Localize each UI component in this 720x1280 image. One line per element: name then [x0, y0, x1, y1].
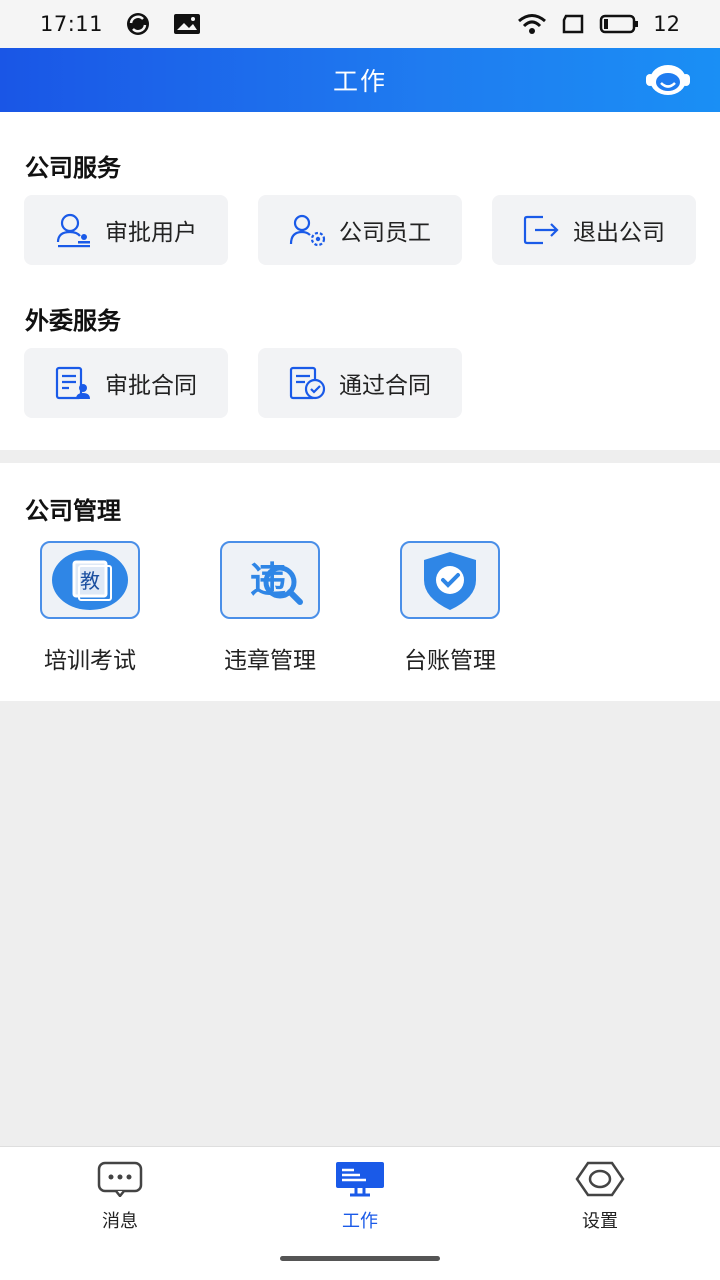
ledger-management-tile[interactable]: 台账管理: [380, 541, 520, 675]
exit-company-icon: [523, 215, 559, 245]
services-card: 公司服务 审批用户 公司员工 退出公司 外委服务 审批合同 通过合同: [0, 112, 720, 450]
approve-contract-button[interactable]: 审批合同: [24, 348, 228, 418]
home-indicator[interactable]: [280, 1256, 440, 1261]
battery-icon: [599, 14, 639, 34]
section-title-company-management: 公司管理: [25, 497, 121, 525]
approve-user-icon: [56, 213, 90, 248]
management-card: 公司管理 教 培训考试 违 违章管理 台账管理: [0, 463, 720, 701]
ledger-shield-icon: [400, 541, 500, 619]
training-exam-glyph: 教: [80, 569, 100, 593]
wifi-icon: [517, 13, 547, 35]
status-time: 17:11: [40, 12, 104, 36]
violation-management-label: 违章管理: [224, 648, 316, 674]
status-bar: 17:11 12: [0, 0, 720, 48]
sync-icon: [125, 11, 151, 37]
exit-company-button[interactable]: 退出公司: [492, 195, 696, 265]
section-title-outsourced-services: 外委服务: [25, 307, 121, 335]
section-title-company-services: 公司服务: [25, 154, 121, 182]
battery-level: 12: [653, 12, 680, 36]
employee-settings-icon: [289, 214, 326, 247]
work-icon: [300, 1159, 420, 1199]
nav-item-messages[interactable]: 消息: [60, 1159, 180, 1233]
approve-contract-icon: [55, 366, 90, 400]
training-exam-tile[interactable]: 教 培训考试: [20, 541, 160, 675]
violation-icon: 违: [220, 541, 320, 619]
app-header: 工作: [0, 48, 720, 112]
nav-label-messages: 消息: [102, 1211, 138, 1232]
settings-icon: [540, 1159, 660, 1199]
approve-user-button[interactable]: 审批用户: [24, 195, 228, 265]
approve-contract-label: 审批合同: [105, 373, 197, 399]
company-employees-label: 公司员工: [339, 220, 431, 246]
exit-company-label: 退出公司: [573, 220, 665, 246]
message-icon: [60, 1159, 180, 1199]
sim-card-icon: [561, 14, 585, 34]
nav-label-settings: 设置: [582, 1211, 618, 1232]
violation-management-tile[interactable]: 违 违章管理: [200, 541, 340, 675]
passed-contract-button[interactable]: 通过合同: [258, 348, 462, 418]
training-exam-label: 培训考试: [44, 648, 136, 674]
image-notification-icon: [173, 13, 201, 35]
nav-item-settings[interactable]: 设置: [540, 1159, 660, 1233]
nav-item-work[interactable]: 工作: [300, 1159, 420, 1233]
training-exam-icon: 教: [40, 541, 140, 619]
nav-label-work: 工作: [342, 1211, 378, 1232]
passed-contract-icon: [289, 366, 326, 400]
customer-service-icon[interactable]: [644, 62, 692, 98]
page-title: 工作: [332, 67, 387, 96]
ledger-management-label: 台账管理: [404, 648, 496, 674]
passed-contract-label: 通过合同: [339, 373, 431, 399]
approve-user-label: 审批用户: [105, 220, 197, 246]
company-employees-button[interactable]: 公司员工: [258, 195, 462, 265]
